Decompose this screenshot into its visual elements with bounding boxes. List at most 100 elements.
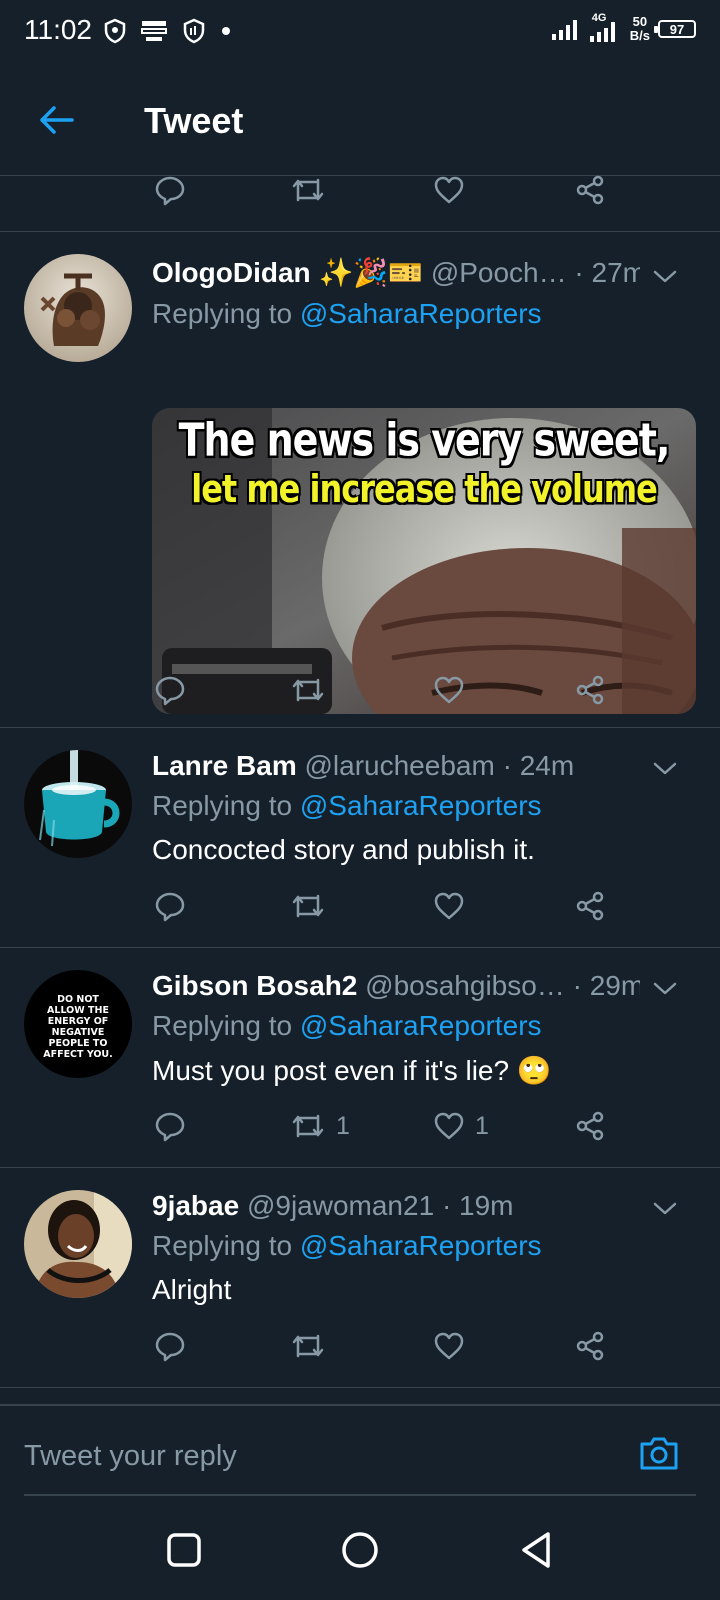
reply-input[interactable]: Tweet your reply <box>24 1440 237 1473</box>
heart-icon <box>434 676 464 704</box>
like-button[interactable]: 1 <box>433 1106 489 1146</box>
mention-link[interactable]: @SaharaReporters <box>300 298 542 329</box>
meme-caption-line2: let me increase the volume <box>191 466 658 512</box>
triangle-back-icon <box>522 1532 550 1568</box>
heart-icon <box>434 1332 464 1360</box>
back-button[interactable] <box>32 98 80 142</box>
like-button[interactable] <box>433 886 465 926</box>
tweet-text: Must you post even if it's lie? 🙄 <box>152 1055 552 1086</box>
share-button[interactable] <box>574 886 606 926</box>
mention-link[interactable]: @SaharaReporters <box>300 1230 542 1261</box>
retweet-icon <box>292 894 324 918</box>
chevron-down-icon[interactable] <box>650 1194 680 1224</box>
replying-to: Replying to @SaharaReporters <box>152 1230 542 1261</box>
network-type: 4G <box>591 12 607 24</box>
display-name[interactable]: 9jabae <box>152 1190 239 1221</box>
heart-icon <box>434 1112 464 1140</box>
reply-icon <box>155 1112 185 1142</box>
display-name[interactable]: Lanre Bam <box>152 750 297 781</box>
retweet-button[interactable] <box>290 886 326 926</box>
avatar[interactable] <box>24 254 132 362</box>
retweet-button[interactable] <box>290 170 326 210</box>
meme-caption-line1: The news is very sweet, <box>178 413 671 467</box>
reply-button[interactable] <box>154 1326 186 1366</box>
chevron-down-icon[interactable] <box>650 974 680 1004</box>
tweet-text: Alright <box>152 1274 232 1305</box>
retweet-count: 1 <box>336 1111 350 1140</box>
handle: @9jawoman21 <box>246 1190 435 1221</box>
network-speed: 50 B/s <box>629 14 650 43</box>
tweet-text: Concocted story and publish it. <box>152 834 535 865</box>
reply-icon <box>155 1332 185 1362</box>
reply-icon <box>155 892 185 922</box>
retweet-button[interactable] <box>290 1326 326 1366</box>
retweet-icon <box>292 678 324 702</box>
reply-button[interactable] <box>154 170 186 210</box>
retweet-button[interactable] <box>290 670 326 710</box>
tweet[interactable]: DO NOT ALLOW THE ENERGY OF NEGATIVE PEOP… <box>0 948 720 1168</box>
retweet-icon <box>292 1114 324 1138</box>
replying-to: Replying to @SaharaReporters <box>152 790 542 821</box>
share-button[interactable] <box>574 1326 606 1366</box>
name-emoji: ✨🎉🎫 <box>318 257 424 288</box>
handle: @Pooch… <box>430 257 567 288</box>
handle: @larucheebam <box>304 750 495 781</box>
display-name[interactable]: Gibson Bosah2 <box>152 970 357 1001</box>
reply-button[interactable] <box>154 886 186 926</box>
display-name[interactable]: OlogoDidan <box>152 257 311 288</box>
tweet-partial <box>0 175 720 232</box>
like-button[interactable] <box>433 670 465 710</box>
share-icon <box>576 175 604 205</box>
tweet-actions <box>150 1326 650 1366</box>
notification-dot-icon <box>222 27 230 35</box>
avatar-quote-text: DO NOT ALLOW THE ENERGY OF NEGATIVE PEOP… <box>43 994 113 1060</box>
mention-link[interactable]: @SaharaReporters <box>300 790 542 821</box>
tweet[interactable]: Lanre Bam @larucheebam · 24m Replying to… <box>0 728 720 948</box>
page-title: Tweet <box>144 100 244 141</box>
chevron-down-icon[interactable] <box>650 262 680 292</box>
tweet-actions <box>150 170 650 210</box>
like-button[interactable] <box>433 170 465 210</box>
back-nav-button[interactable] <box>516 1530 556 1570</box>
tweet-image[interactable]: The news is very sweet, let me increase … <box>152 408 696 714</box>
signal-icon <box>551 20 577 40</box>
tweet[interactable]: 9jabae @9jawoman21 · 19m Replying to @Sa… <box>0 1168 720 1388</box>
shield-icon <box>104 18 126 44</box>
retweet-button[interactable]: 1 <box>290 1106 350 1146</box>
share-button[interactable] <box>574 170 606 210</box>
avatar[interactable]: DO NOT ALLOW THE ENERGY OF NEGATIVE PEOP… <box>24 970 132 1078</box>
handle: @bosahgibso… <box>365 970 565 1001</box>
heart-icon <box>434 892 464 920</box>
timestamp: · 27m <box>574 257 640 288</box>
camera-button[interactable] <box>638 1434 680 1477</box>
status-bar: 11:02 4G 50 B/s 97 <box>0 0 720 64</box>
system-nav-bar <box>0 1496 720 1600</box>
like-count: 1 <box>475 1111 489 1140</box>
share-button[interactable] <box>574 1106 606 1146</box>
tweet[interactable]: OlogoDidan ✨🎉🎫 @Pooch… · 27m Replying to… <box>0 232 720 728</box>
replying-to: Replying to @SaharaReporters <box>152 1010 542 1041</box>
recents-button[interactable] <box>164 1530 204 1570</box>
heart-icon <box>434 176 464 204</box>
circle-icon <box>342 1532 378 1568</box>
reply-composer[interactable]: Tweet your reply <box>0 1404 720 1496</box>
avatar[interactable] <box>24 1190 132 1298</box>
avatar[interactable] <box>24 750 132 858</box>
tweet-actions: 1 1 <box>150 1106 650 1146</box>
reply-button[interactable] <box>154 670 186 710</box>
chevron-down-icon[interactable] <box>650 754 680 784</box>
home-button[interactable] <box>340 1530 380 1570</box>
retweet-icon <box>292 178 324 202</box>
task-icon <box>141 21 167 41</box>
replying-to: Replying to @SaharaReporters <box>152 298 542 329</box>
mention-link[interactable]: @SaharaReporters <box>300 1010 542 1041</box>
camera-icon <box>640 1437 678 1470</box>
reply-button[interactable] <box>154 1106 186 1146</box>
like-button[interactable] <box>433 1326 465 1366</box>
share-button[interactable] <box>574 670 606 710</box>
square-icon <box>167 1533 201 1567</box>
top-app-bar: Tweet <box>0 64 720 176</box>
reply-feed: OlogoDidan ✨🎉🎫 @Pooch… · 27m Replying to… <box>0 175 720 1388</box>
timestamp: · 29m <box>572 970 640 1001</box>
timestamp: · 19m <box>441 1190 514 1221</box>
